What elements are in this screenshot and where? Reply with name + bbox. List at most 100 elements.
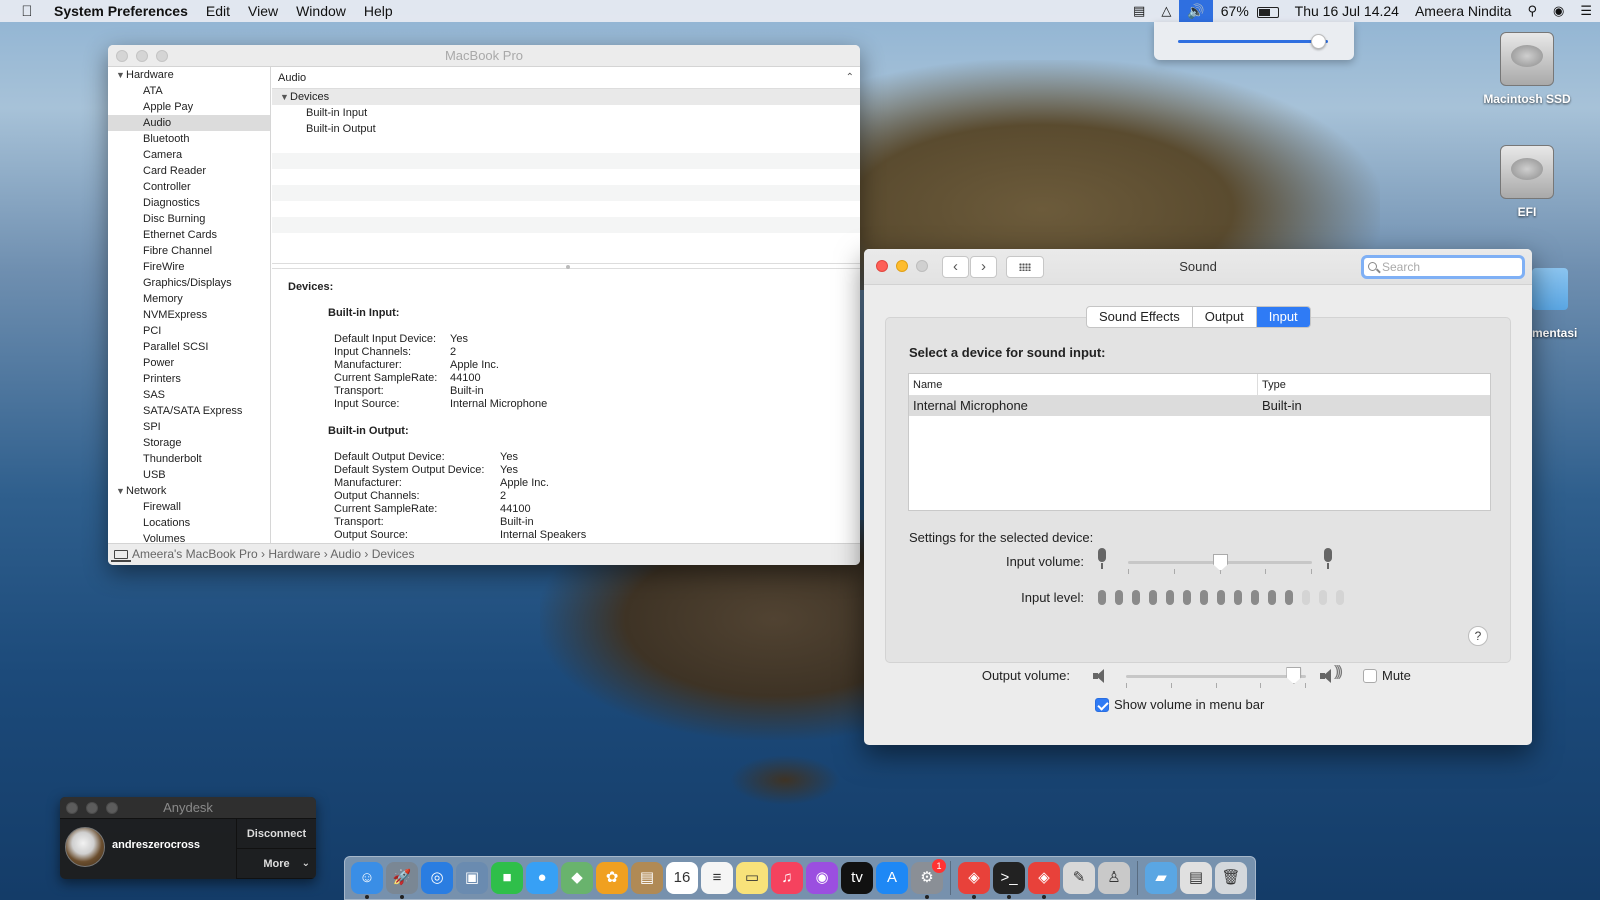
tab-input[interactable]: Input	[1256, 307, 1310, 327]
zoom-button[interactable]	[106, 802, 118, 814]
disclosure-triangle-icon[interactable]: ▼	[280, 89, 290, 105]
sidebar-item[interactable]: Storage	[108, 435, 270, 451]
desktop-icon-efi[interactable]: EFI	[1472, 145, 1582, 219]
anydesk-titlebar[interactable]: Anydesk	[60, 797, 316, 819]
sidebar-item[interactable]: Power	[108, 355, 270, 371]
sidebar-item[interactable]: NVMExpress	[108, 307, 270, 323]
dock-maps-icon[interactable]: ◆	[561, 862, 593, 894]
dock-reminders-icon[interactable]: ≡	[701, 862, 733, 894]
sidebar-item[interactable]: Disc Burning	[108, 211, 270, 227]
collapse-chevron-icon[interactable]: ⌃	[846, 67, 854, 89]
dock-facetime-icon[interactable]: ■	[491, 862, 523, 894]
dock-anydesk-icon[interactable]: ◈	[958, 862, 990, 899]
column-header-type[interactable]: Type	[1258, 374, 1286, 395]
more-button[interactable]: More ⌄	[237, 849, 316, 879]
dock-photos-icon[interactable]: ✿	[596, 862, 628, 894]
tab-output[interactable]: Output	[1193, 307, 1257, 327]
sidebar-item[interactable]: Ethernet Cards	[108, 227, 270, 243]
sidebar-item[interactable]: Volumes	[108, 531, 270, 543]
dock-calendar-icon[interactable]: 16	[666, 862, 698, 894]
disclosure-triangle-icon[interactable]: ▼	[116, 483, 126, 499]
desktop-icon-partial-label[interactable]: mentasi	[1532, 326, 1592, 340]
sidebar-item[interactable]: Parallel SCSI	[108, 339, 270, 355]
close-button[interactable]	[116, 50, 128, 62]
disconnect-button[interactable]: Disconnect	[237, 819, 316, 849]
dock-launchpad-icon[interactable]: 🚀	[386, 862, 418, 899]
volume-popup-knob[interactable]	[1310, 34, 1326, 49]
menu-window[interactable]: Window	[287, 3, 355, 19]
sidebar-item[interactable]: FireWire	[108, 259, 270, 275]
spotlight-search-icon[interactable]: ⚲	[1519, 3, 1545, 19]
table-row[interactable]: Internal Microphone Built-in	[909, 396, 1490, 416]
mute-checkbox[interactable]	[1363, 669, 1377, 683]
dock-safari-icon[interactable]: ◎	[421, 862, 453, 894]
sidebar-group-hardware[interactable]: ▼Hardware	[108, 67, 270, 83]
apple-menu-icon[interactable]: 	[0, 3, 54, 20]
clock[interactable]: Thu 16 Jul 14.24	[1287, 3, 1407, 19]
breadcrumb-item[interactable]: Ameera's MacBook Pro	[132, 547, 258, 561]
sidebar-item[interactable]: Thunderbolt	[108, 451, 270, 467]
activity-monitor-icon[interactable]: ▤	[1125, 3, 1153, 19]
breadcrumb-item[interactable]: Devices	[372, 547, 415, 561]
battery-status[interactable]: 67%	[1213, 3, 1287, 19]
tree-group-devices[interactable]: ▼Devices	[272, 89, 860, 105]
tree-item[interactable]: Built-in Output	[272, 121, 860, 137]
volume-menu-icon[interactable]: 🔊	[1179, 0, 1213, 22]
sidebar-item[interactable]: Bluetooth	[108, 131, 270, 147]
sidebar-item[interactable]: SAS	[108, 387, 270, 403]
sidebar-group-network[interactable]: ▼Network	[108, 483, 270, 499]
help-button[interactable]: ?	[1468, 626, 1488, 646]
search-input[interactable]: Search	[1361, 255, 1525, 279]
sidebar-item[interactable]: USB	[108, 467, 270, 483]
menu-view[interactable]: View	[239, 3, 287, 19]
sidebar-item[interactable]: Printers	[108, 371, 270, 387]
disclosure-triangle-icon[interactable]: ▼	[116, 67, 126, 83]
dock-app-store-icon[interactable]: A	[876, 862, 908, 894]
output-volume-track[interactable]	[1126, 675, 1306, 678]
dock-pages-icon[interactable]: ✎	[1063, 862, 1095, 894]
sidebar-item[interactable]: ATA	[108, 83, 270, 99]
notification-center-icon[interactable]: ☰	[1572, 3, 1600, 19]
sidebar-item[interactable]: Audio	[108, 115, 270, 131]
menu-edit[interactable]: Edit	[197, 3, 239, 19]
sidebar-item[interactable]: Diagnostics	[108, 195, 270, 211]
dock-system-preferences-icon[interactable]: ⚙ 1	[911, 859, 946, 899]
sidebar-item[interactable]: PCI	[108, 323, 270, 339]
dock-downloads-folder-icon[interactable]: ▰	[1145, 862, 1177, 894]
minimize-button[interactable]	[86, 802, 98, 814]
show-volume-checkbox[interactable]	[1095, 698, 1109, 712]
airplay-icon[interactable]: △	[1153, 3, 1179, 19]
sidebar-item[interactable]: Controller	[108, 179, 270, 195]
app-menu[interactable]: System Preferences	[54, 3, 197, 19]
dock-anydesk-connection-icon[interactable]: ◈	[1028, 862, 1060, 899]
menu-help[interactable]: Help	[355, 3, 402, 19]
volume-popup-track[interactable]	[1178, 40, 1328, 43]
sidebar-item[interactable]: Memory	[108, 291, 270, 307]
dock-screenshot-thumbnail-icon[interactable]: ▤	[1180, 862, 1212, 894]
dock-preview-icon[interactable]: ▣	[456, 862, 488, 894]
dock-messages-icon[interactable]: ●	[526, 862, 558, 894]
sidebar-item[interactable]: Camera	[108, 147, 270, 163]
dock-finder-icon[interactable]: ☺	[351, 862, 383, 899]
breadcrumb-item[interactable]: Audio	[330, 547, 361, 561]
sidebar-item[interactable]: Apple Pay	[108, 99, 270, 115]
dock-notefile-icon[interactable]: ▤	[631, 862, 663, 894]
sidebar-item[interactable]: Locations	[108, 515, 270, 531]
sidebar-item[interactable]: Firewall	[108, 499, 270, 515]
breadcrumb-item[interactable]: Hardware	[268, 547, 320, 561]
sidebar-item[interactable]: Card Reader	[108, 163, 270, 179]
dock-podcasts-icon[interactable]: ◉	[806, 862, 838, 894]
close-button[interactable]	[66, 802, 78, 814]
dock-notes-icon[interactable]: ▭	[736, 862, 768, 894]
pane-splitter[interactable]	[272, 263, 860, 269]
minimize-button[interactable]	[136, 50, 148, 62]
sidebar-item[interactable]: Graphics/Displays	[108, 275, 270, 291]
tab-sound-effects[interactable]: Sound Effects	[1087, 307, 1193, 327]
dock-terminal-icon[interactable]: >_	[993, 862, 1025, 899]
sidebar-item[interactable]: SPI	[108, 419, 270, 435]
dock-trash-icon[interactable]: 🗑	[1215, 862, 1247, 894]
sysinfo-titlebar[interactable]: MacBook Pro	[108, 45, 860, 67]
tree-item[interactable]: Built-in Input	[272, 105, 860, 121]
user-menu[interactable]: Ameera Nindita	[1407, 3, 1520, 19]
sidebar-item[interactable]: Fibre Channel	[108, 243, 270, 259]
